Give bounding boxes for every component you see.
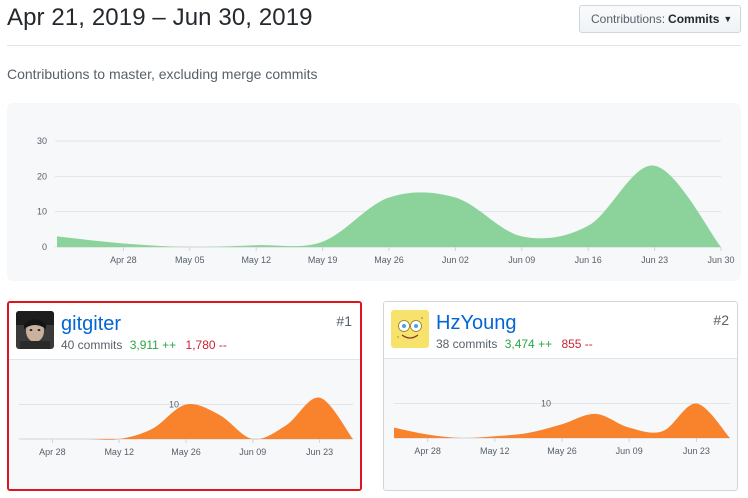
x-tick-label: Jun 16 [575,255,602,265]
additions-count: 3,911 ++ [129,338,177,352]
main-contributions-chart: 30 20 10 0 Apr 28 May 05 May 12 May 19 May 26 Jun… [37,136,735,265]
contributions-area [57,165,721,248]
header-divider [7,45,741,46]
x-tick-label: Apr 28 [414,446,441,456]
contributor-stats: 38 commits 3,474 ++ 855 -- [436,337,593,351]
x-tick-label: Jun 23 [641,255,668,265]
contributor-chart: 10 Apr 28 May 12 May 26 Jun 09 Jun 23 [19,397,353,457]
x-tick-label: May 19 [308,255,338,265]
user-photo-avatar-icon[interactable] [16,311,54,349]
contributions-area [19,397,353,440]
x-tick-label: Jun 23 [306,447,333,457]
contributions-subtitle: Contributions to master, excluding merge… [7,66,318,82]
x-tick-label: Jun 30 [707,255,734,265]
y-tick-label: 0 [42,242,47,252]
additions-count: 3,474 ++ [504,337,553,351]
contributor-graph: 10 Apr 28 May 12 May 26 Jun 09 Jun 23 [384,359,737,490]
x-tick-label: May 26 [547,446,577,456]
contributor-chart: 10 Apr 28 May 12 May 26 Jun 09 Jun 23 [394,399,730,456]
x-tick-label: Jun 09 [508,255,535,265]
contributor-card-header: gitgiter 40 commits 3,911 ++ 1,780 -- #1 [9,303,360,360]
x-tick-label: May 12 [241,255,271,265]
contributor-name-link[interactable]: gitgiter [61,313,121,336]
commit-count[interactable]: 38 commits [436,337,497,351]
contributor-card-gitgiter: gitgiter 40 commits 3,911 ++ 1,780 -- #1… [7,301,362,491]
deletions-count: 855 -- [561,337,593,351]
x-tick-label: Jun 23 [683,446,710,456]
main-contributions-graph: 30 20 10 0 Apr 28 May 05 May 12 May 19 May 26 Jun… [7,103,741,281]
contributions-type-select[interactable]: Contributions: Commits ▼ [579,5,741,33]
x-tick-label: Jun 02 [442,255,469,265]
sponge-face-avatar-icon[interactable] [391,310,429,348]
y-tick-label: 10 [541,399,551,409]
y-tick-label: 20 [37,171,47,181]
contributor-card-hzyoung: HzYoung 38 commits 3,474 ++ 855 -- #2 10… [383,301,738,491]
x-tick-label: Apr 28 [39,447,66,457]
x-tick-label: May 26 [171,447,201,457]
x-tick-label: Apr 28 [110,255,137,265]
x-tick-label: Jun 09 [616,446,643,456]
contributor-name-link[interactable]: HzYoung [436,312,516,335]
contributions-area [394,403,730,439]
x-tick-label: May 05 [175,255,205,265]
contributor-stats: 40 commits 3,911 ++ 1,780 -- [61,338,227,352]
x-tick-label: May 26 [374,255,404,265]
x-tick-label: May 12 [104,447,134,457]
y-tick-label: 10 [37,207,47,217]
contributor-rank: #1 [336,313,352,329]
x-tick-label: May 12 [480,446,510,456]
y-tick-label: 30 [37,136,47,146]
contributor-rank: #2 [713,312,729,328]
page-title: Apr 21, 2019 – Jun 30, 2019 [7,4,313,31]
commit-count[interactable]: 40 commits [61,338,122,352]
deletions-count: 1,780 -- [185,338,227,352]
contributor-card-header: HzYoung 38 commits 3,474 ++ 855 -- #2 [384,302,737,359]
select-value: Commits [668,12,720,26]
caret-down-icon: ▼ [723,14,733,24]
x-tick-label: Jun 09 [239,447,266,457]
y-tick-label: 10 [169,400,179,410]
contributor-graph: 10 Apr 28 May 12 May 26 Jun 09 Jun 23 [9,360,360,489]
select-label: Contributions: [591,12,666,26]
